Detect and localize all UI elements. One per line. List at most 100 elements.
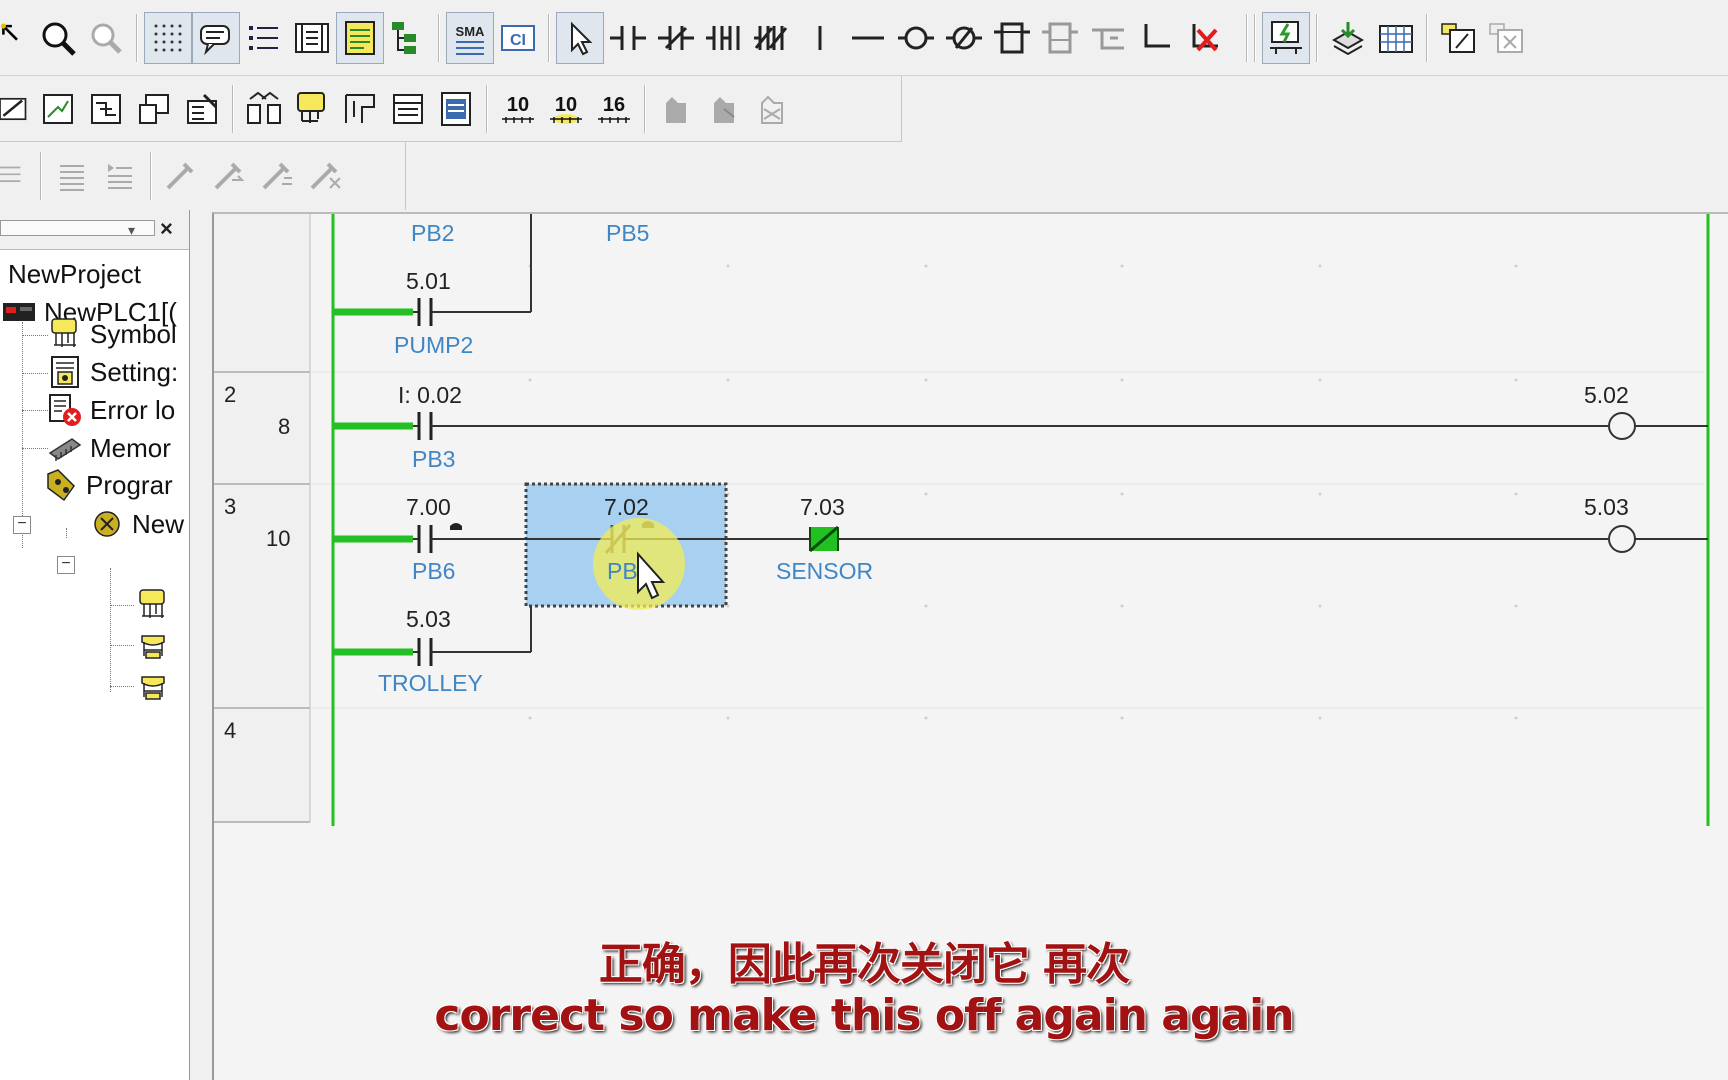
new-or-contact-button[interactable]	[700, 12, 748, 64]
next-bookmark-button[interactable]	[206, 150, 254, 202]
new-coil-button[interactable]	[892, 12, 940, 64]
memory-map-button[interactable]	[1372, 12, 1420, 64]
delete-line-button[interactable]	[1180, 12, 1228, 64]
tree-item-project[interactable]: NewProject	[8, 254, 141, 294]
memory-view-button[interactable]	[432, 83, 480, 135]
tree-expander[interactable]: −	[13, 516, 31, 534]
pointer-icon	[0, 23, 18, 41]
tree-item-settings[interactable]: Setting:	[48, 352, 178, 392]
tree-item-local-symbols[interactable]	[136, 588, 170, 627]
tree-connector	[22, 373, 48, 374]
tree-connector	[110, 605, 134, 606]
cancel-edit-button[interactable]	[1482, 12, 1530, 64]
io-table-icon	[393, 93, 423, 124]
hand-set-icon	[666, 96, 686, 123]
tree-item-symbols[interactable]: Symbol	[48, 314, 177, 354]
grid-button[interactable]	[144, 11, 192, 64]
connect-line-button[interactable]	[1132, 12, 1180, 64]
section-button[interactable]	[336, 83, 384, 135]
display-decimal-button[interactable]: 10	[494, 83, 542, 135]
display-signed-decimal-button[interactable]: 10	[542, 83, 590, 135]
contact-nc-icon	[658, 25, 694, 50]
tree-item-end-section[interactable]	[136, 669, 170, 708]
select-arrow-button[interactable]	[0, 12, 34, 64]
tree-item-memory[interactable]: Memor	[48, 428, 171, 468]
tree-item-programs[interactable]: Prograr	[44, 465, 173, 505]
symbol-label: TROLLEY	[378, 670, 483, 696]
display-hex-button[interactable]: 16	[590, 83, 638, 135]
work-online-button[interactable]	[1262, 11, 1310, 64]
prev-bookmark-button[interactable]	[254, 150, 302, 202]
tree-view-icon	[392, 21, 416, 54]
contact-no-icon	[610, 25, 646, 50]
edit-comment-button[interactable]	[1434, 12, 1482, 64]
new-pt-instruction-button[interactable]	[1036, 12, 1084, 64]
io-comment-icon	[295, 22, 329, 53]
close-icon[interactable]: ×	[160, 216, 173, 242]
list-button[interactable]	[240, 12, 288, 64]
transfer-changes-button[interactable]	[130, 83, 178, 135]
tree-item-new-program[interactable]: New	[90, 504, 184, 544]
symbol-label: PB5	[606, 220, 650, 246]
coil-5-02[interactable]	[1608, 412, 1636, 440]
new-instruction-button[interactable]	[988, 12, 1036, 64]
symbols-table-button[interactable]	[288, 83, 336, 135]
symbols-icon	[51, 318, 77, 347]
show-comments-button[interactable]	[192, 11, 240, 64]
rung-comment-button[interactable]	[336, 11, 384, 64]
section-icon	[141, 635, 165, 659]
align-left-button[interactable]	[48, 150, 96, 202]
toolbar-edit	[0, 142, 406, 210]
address-label: 5.03	[406, 606, 451, 632]
properties-button[interactable]	[178, 83, 226, 135]
toolbar-separator	[1316, 13, 1318, 62]
ci-button[interactable]: CI	[494, 12, 542, 64]
outdent-icon	[108, 164, 132, 189]
compare-button[interactable]	[240, 83, 288, 135]
tree-item-section[interactable]	[136, 628, 170, 667]
new-closed-coil-button[interactable]	[940, 12, 988, 64]
tree-view-button[interactable]	[384, 12, 432, 64]
toolbar-separator	[150, 152, 152, 200]
chevron-down-icon[interactable]: ▾	[128, 222, 135, 239]
rung-comment-icon	[345, 20, 375, 55]
address-label: 7.03	[800, 494, 845, 520]
io-comment-button[interactable]	[288, 12, 336, 64]
force-cancel-button[interactable]	[748, 83, 796, 135]
new-branch-button[interactable]	[1084, 12, 1132, 64]
horizontal-line-icon	[852, 36, 884, 39]
cancel-online-edit-button[interactable]	[82, 83, 130, 135]
transfer-to-plc-button[interactable]	[1324, 12, 1372, 64]
address-label: I: 0.02	[398, 382, 462, 408]
online-edit-button[interactable]	[0, 83, 34, 135]
set-off-button[interactable]	[700, 83, 748, 135]
tree-expander[interactable]: −	[57, 556, 75, 574]
tree-item-label: New	[132, 508, 185, 539]
sma-button[interactable]: SMA	[446, 11, 494, 64]
zoom-in-button[interactable]	[34, 12, 82, 64]
contact-or-nc-icon	[754, 25, 788, 50]
online-edit-rungs-button[interactable]	[34, 83, 82, 135]
bookmark-button[interactable]	[158, 150, 206, 202]
zoom-out-button[interactable]	[82, 12, 130, 64]
toolbar-program: 10 10 16	[0, 76, 902, 142]
symbol-table-icon	[297, 91, 325, 123]
svg-text:10: 10	[507, 94, 529, 116]
memory-grid-icon	[1379, 24, 1413, 53]
indent-button[interactable]	[0, 150, 34, 202]
outdent-button[interactable]	[96, 150, 144, 202]
vertical-line-button[interactable]	[796, 12, 844, 64]
horizontal-line-button[interactable]	[844, 12, 892, 64]
set-on-button[interactable]	[652, 83, 700, 135]
io-table-button[interactable]	[384, 83, 432, 135]
selection-mode-button[interactable]	[556, 11, 604, 64]
new-contact-button[interactable]	[604, 12, 652, 64]
new-or-closed-contact-button[interactable]	[748, 12, 796, 64]
clear-bookmarks-button[interactable]	[302, 150, 350, 202]
cx-programmer-window: SMA CI 10 10 16 ▾ × NewProject NewPLC1[(…	[0, 0, 1728, 1080]
coil-5-03[interactable]	[1608, 525, 1636, 553]
new-closed-contact-button[interactable]	[652, 12, 700, 64]
toolbar-separator	[644, 84, 646, 133]
tree-item-error-log[interactable]: Error lo	[48, 390, 175, 430]
tree-item-label: NewProject	[8, 258, 141, 289]
